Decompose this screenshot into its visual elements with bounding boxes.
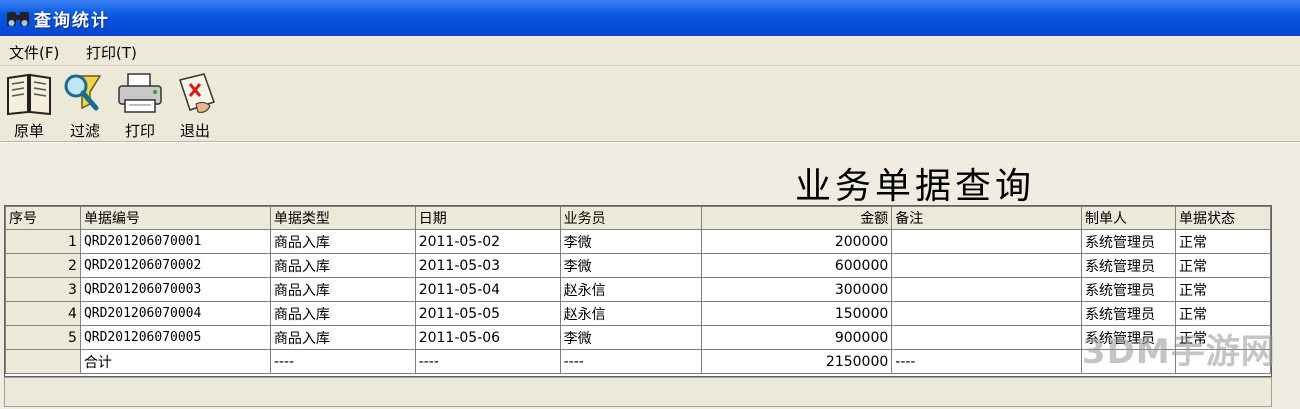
salesperson-cell: 李微 bbox=[559, 229, 703, 254]
amount-cell: 150000 bbox=[701, 301, 893, 326]
table-row[interactable]: 2 QRD201206070002 商品入库 2011-05-03 李微 600… bbox=[5, 253, 1271, 278]
doc-type-cell: 商品入库 bbox=[269, 253, 416, 278]
menu-bar: 文件(F) 打印(T) bbox=[0, 36, 1300, 66]
amount-cell: 200000 bbox=[701, 229, 893, 254]
amount-cell: 300000 bbox=[701, 277, 893, 302]
total-creator-cell bbox=[1081, 349, 1177, 374]
title-bar: 查询统计 bbox=[0, 0, 1300, 36]
table-row[interactable]: 3 QRD201206070003 商品入库 2011-05-04 赵永信 30… bbox=[5, 277, 1271, 302]
creator-cell: 系统管理员 bbox=[1081, 229, 1177, 254]
filter-button[interactable]: 过滤 bbox=[58, 70, 112, 140]
binoculars-icon bbox=[7, 12, 29, 26]
total-amount: 2150000 bbox=[701, 349, 893, 374]
total-label: 合计 bbox=[79, 349, 271, 374]
filter-label: 过滤 bbox=[69, 122, 100, 140]
total-row: 合计 ---- ---- ---- 2150000 ---- bbox=[5, 349, 1271, 374]
doc-no-cell: QRD201206070003 bbox=[79, 277, 271, 302]
status-cell: 正常 bbox=[1175, 229, 1271, 254]
exit-label: 退出 bbox=[179, 122, 210, 140]
total-doc-type-cell: ---- bbox=[269, 349, 416, 374]
date-cell: 2011-05-02 bbox=[414, 229, 561, 254]
toolbar: 原单 过滤 打印 退出 bbox=[0, 66, 1300, 142]
col-header-status[interactable]: 单据状态 bbox=[1175, 206, 1271, 230]
table-row[interactable]: 4 QRD201206070004 商品入库 2011-05-05 赵永信 15… bbox=[5, 301, 1271, 326]
remark-cell bbox=[891, 325, 1083, 350]
col-header-creator[interactable]: 制单人 bbox=[1081, 206, 1177, 230]
report-area: 业务单据查询 序号 单据编号 单据类型 日期 业务员 金额 备注 制单人 单据状… bbox=[0, 142, 1300, 409]
doc-type-cell: 商品入库 bbox=[269, 277, 416, 302]
salesperson-cell: 赵永信 bbox=[559, 301, 703, 326]
date-cell: 2011-05-05 bbox=[414, 301, 561, 326]
remark-cell bbox=[891, 277, 1083, 302]
date-cell: 2011-05-06 bbox=[414, 325, 561, 350]
book-icon bbox=[7, 73, 51, 116]
status-cell: 正常 bbox=[1175, 253, 1271, 278]
total-status-cell bbox=[1175, 349, 1271, 374]
total-index-cell bbox=[5, 349, 81, 374]
print-label: 打印 bbox=[124, 122, 155, 140]
col-header-doc-no[interactable]: 单据编号 bbox=[79, 206, 271, 230]
print-button[interactable]: 打印 bbox=[113, 70, 167, 140]
amount-cell: 600000 bbox=[701, 253, 893, 278]
doc-type-cell: 商品入库 bbox=[269, 325, 416, 350]
horizontal-scrollbar[interactable] bbox=[4, 377, 1272, 407]
status-cell: 正常 bbox=[1175, 277, 1271, 302]
table-row[interactable]: 1 QRD201206070001 商品入库 2011-05-02 李微 200… bbox=[5, 229, 1271, 254]
col-header-index[interactable]: 序号 bbox=[5, 206, 81, 230]
creator-cell: 系统管理员 bbox=[1081, 277, 1177, 302]
table-row[interactable]: 5 QRD201206070005 商品入库 2011-05-06 李微 900… bbox=[5, 325, 1271, 350]
doc-no-cell: QRD201206070004 bbox=[79, 301, 271, 326]
doc-type-cell: 商品入库 bbox=[269, 301, 416, 326]
salesperson-cell: 李微 bbox=[559, 253, 703, 278]
remark-cell bbox=[891, 301, 1083, 326]
col-header-amount[interactable]: 金额 bbox=[701, 206, 893, 230]
date-cell: 2011-05-03 bbox=[414, 253, 561, 278]
amount-cell: 900000 bbox=[701, 325, 893, 350]
col-header-date[interactable]: 日期 bbox=[414, 206, 561, 230]
header-row: 序号 单据编号 单据类型 日期 业务员 金额 备注 制单人 单据状态 bbox=[5, 206, 1271, 230]
menu-file[interactable]: 文件(F) bbox=[9, 42, 59, 63]
window-title: 查询统计 bbox=[34, 11, 110, 31]
status-cell: 正常 bbox=[1175, 325, 1271, 350]
col-header-doc-type[interactable]: 单据类型 bbox=[269, 206, 416, 230]
total-date-cell: ---- bbox=[414, 349, 561, 374]
remark-cell bbox=[891, 253, 1083, 278]
col-header-salesperson[interactable]: 业务员 bbox=[559, 206, 703, 230]
exit-icon bbox=[179, 73, 215, 113]
results-table: 序号 单据编号 单据类型 日期 业务员 金额 备注 制单人 单据状态 1 QRD… bbox=[5, 206, 1271, 374]
doc-no-cell: QRD201206070002 bbox=[79, 253, 271, 278]
row-index: 2 bbox=[5, 253, 81, 278]
salesperson-cell: 赵永信 bbox=[559, 277, 703, 302]
menu-print[interactable]: 打印(T) bbox=[86, 42, 137, 63]
doc-no-cell: QRD201206070001 bbox=[79, 229, 271, 254]
status-cell: 正常 bbox=[1175, 301, 1271, 326]
exit-button[interactable]: 退出 bbox=[168, 70, 222, 140]
creator-cell: 系统管理员 bbox=[1081, 253, 1177, 278]
row-index: 4 bbox=[5, 301, 81, 326]
filter-magnifier-icon bbox=[64, 74, 102, 111]
creator-cell: 系统管理员 bbox=[1081, 301, 1177, 326]
results-grid: 序号 单据编号 单据类型 日期 业务员 金额 备注 制单人 单据状态 1 QRD… bbox=[4, 205, 1272, 377]
col-header-remark[interactable]: 备注 bbox=[891, 206, 1083, 230]
doc-no-cell: QRD201206070005 bbox=[79, 325, 271, 350]
total-salesperson-cell: ---- bbox=[559, 349, 703, 374]
row-index: 3 bbox=[5, 277, 81, 302]
printer-icon bbox=[118, 73, 162, 113]
row-index: 1 bbox=[5, 229, 81, 254]
creator-cell: 系统管理员 bbox=[1081, 325, 1177, 350]
salesperson-cell: 李微 bbox=[559, 325, 703, 350]
original-document-button[interactable]: 原单 bbox=[2, 70, 56, 140]
doc-type-cell: 商品入库 bbox=[269, 229, 416, 254]
row-index: 5 bbox=[5, 325, 81, 350]
report-title: 业务单据查询 bbox=[795, 166, 1036, 207]
total-remark-cell: ---- bbox=[891, 349, 1083, 374]
date-cell: 2011-05-04 bbox=[414, 277, 561, 302]
original-document-label: 原单 bbox=[13, 122, 44, 140]
remark-cell bbox=[891, 229, 1083, 254]
